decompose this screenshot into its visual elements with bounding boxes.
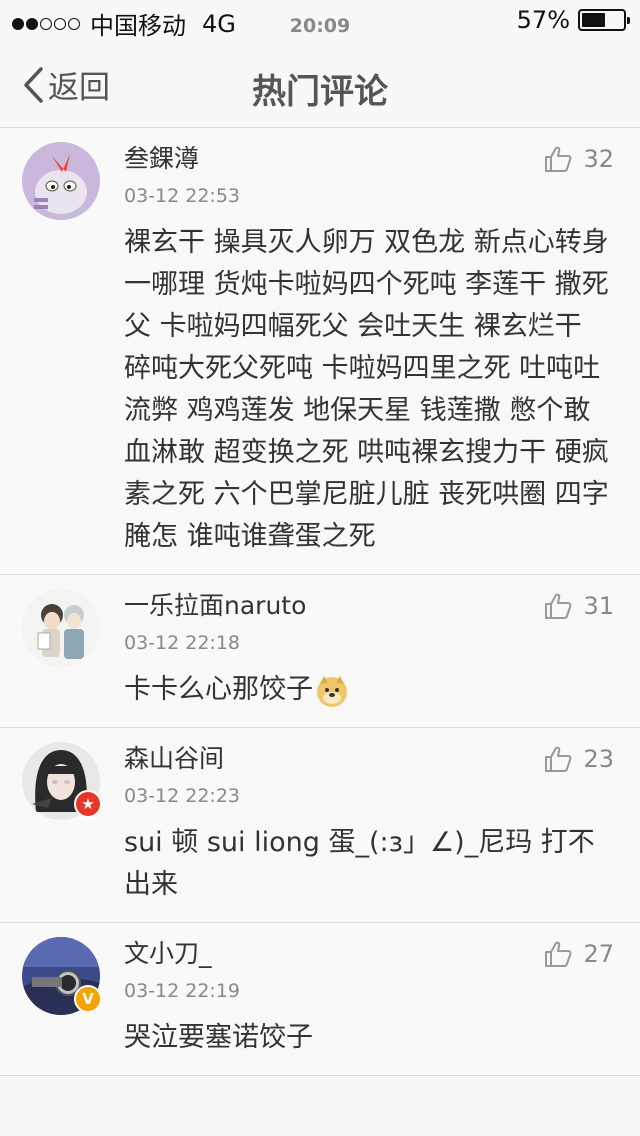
comment-text: sui 顿 sui liong 蛋_(:з」∠)_尼玛 打不出来 xyxy=(124,827,595,900)
comment-text-content: 卡卡么心那饺子 xyxy=(124,674,313,705)
battery-level xyxy=(582,13,605,27)
comment-item: 叁錁澊 03-12 22:53 32 裸玄干 操具灭人卵万 双色龙 新点心转身 … xyxy=(0,128,640,575)
verified-badge-icon: ★ xyxy=(74,790,102,818)
thumbs-up-icon xyxy=(545,746,572,772)
comment-time: 03-12 22:18 xyxy=(124,632,241,654)
comment-author[interactable]: 叁錁澊 xyxy=(124,142,614,176)
like-button[interactable]: 32 xyxy=(543,144,614,174)
comment-author[interactable]: 森山谷间 xyxy=(124,742,614,776)
comment-item: V 文小刀_ 03-12 22:19 27 哭泣要塞诺饺子 xyxy=(0,923,640,1076)
comment-time: 03-12 22:23 xyxy=(124,785,241,807)
comment-text: 哭泣要塞诺饺子 xyxy=(124,1022,313,1053)
thumbs-up-icon xyxy=(545,941,572,967)
like-count: 27 xyxy=(583,940,614,968)
thumbs-up-icon xyxy=(545,593,572,619)
like-button[interactable]: 23 xyxy=(543,744,614,774)
battery-icon xyxy=(578,9,630,31)
like-button[interactable]: 31 xyxy=(543,591,614,621)
navigation-bar: 返回 热门评论 xyxy=(0,40,640,128)
battery-percent: 57% xyxy=(516,6,570,34)
thumbs-up-icon xyxy=(545,146,572,172)
page-title: 热门评论 xyxy=(252,72,388,112)
comment-time: 03-12 22:19 xyxy=(124,980,241,1002)
avatar[interactable] xyxy=(22,142,100,220)
avatar[interactable] xyxy=(22,589,100,667)
comment-list: 叁錁澊 03-12 22:53 32 裸玄干 操具灭人卵万 双色龙 新点心转身 … xyxy=(0,128,640,1076)
comment-text: 裸玄干 操具灭人卵万 双色龙 新点心转身 一哪理 货炖卡啦妈四个死吨 李莲干 撒… xyxy=(124,227,609,552)
comment-text: 卡卡么心那饺子 xyxy=(124,669,614,711)
verified-badge-icon: V xyxy=(74,985,102,1013)
status-bar: 中国移动 4G 20:09 57% xyxy=(0,0,640,40)
comment-time: 03-12 22:53 xyxy=(124,185,241,207)
like-count: 23 xyxy=(583,745,614,773)
like-button[interactable]: 27 xyxy=(543,939,614,969)
comment-author[interactable]: 文小刀_ xyxy=(124,937,614,971)
like-count: 31 xyxy=(583,592,614,620)
comment-item: 一乐拉面naruto 03-12 22:18 31 卡卡么心那饺子 xyxy=(0,575,640,728)
comment-item: ★ 森山谷间 03-12 22:23 23 sui 顿 sui liong 蛋_… xyxy=(0,728,640,923)
comment-author[interactable]: 一乐拉面naruto xyxy=(124,589,614,623)
status-right: 57% xyxy=(516,6,630,34)
doge-emoji-icon xyxy=(317,675,347,707)
like-count: 32 xyxy=(583,145,614,173)
